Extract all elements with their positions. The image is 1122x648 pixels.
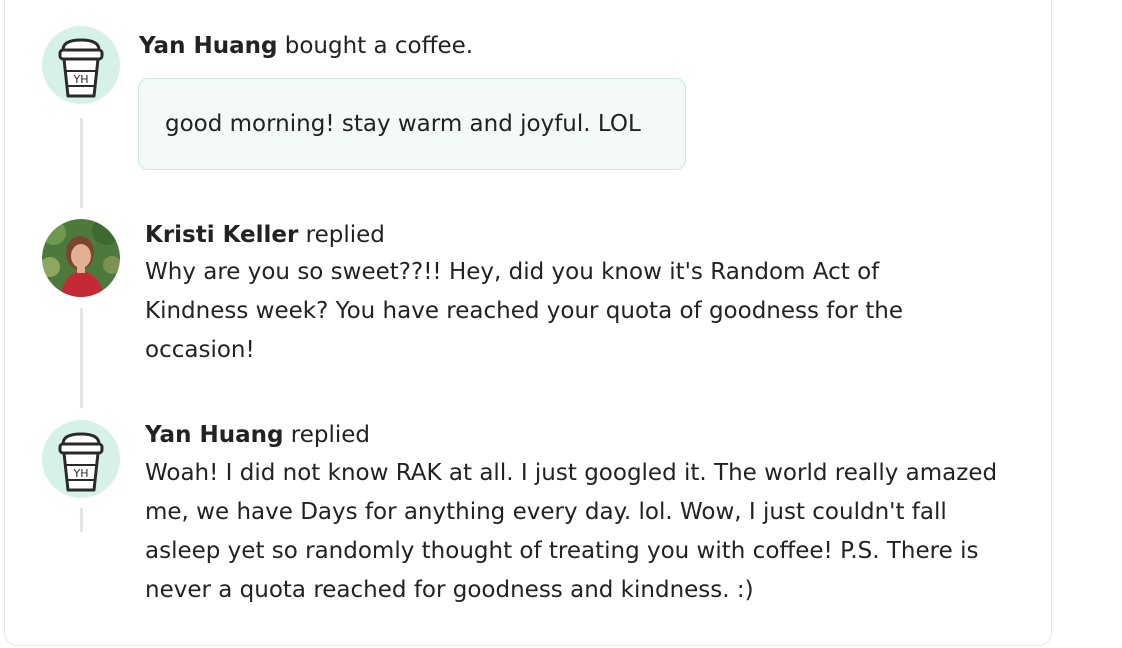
- thread-connector: [80, 508, 83, 532]
- svg-text:YH: YH: [73, 467, 89, 480]
- author-name[interactable]: Yan Huang: [139, 33, 277, 59]
- reply-header: Yan Huang replied: [145, 420, 370, 450]
- reply-text: Why are you so sweet??!! Hey, did you kn…: [145, 259, 903, 363]
- coffee-message-text: good morning! stay warm and joyful. LOL: [165, 111, 641, 137]
- avatar[interactable]: [42, 219, 120, 297]
- reply-action: replied: [283, 422, 370, 448]
- coffee-cup-icon: YH: [42, 26, 120, 104]
- author-name[interactable]: Yan Huang: [145, 422, 283, 448]
- svg-text:YH: YH: [73, 73, 89, 86]
- post-action: bought a coffee.: [277, 33, 474, 59]
- reply-header: Kristi Keller replied: [145, 220, 385, 250]
- author-name[interactable]: Kristi Keller: [145, 222, 298, 248]
- coffee-message: good morning! stay warm and joyful. LOL: [138, 78, 686, 170]
- coffee-cup-icon: YH: [42, 420, 120, 498]
- post-header: Yan Huang bought a coffee.: [139, 31, 473, 61]
- reply-text: Woah! I did not know RAK at all. I just …: [145, 460, 998, 603]
- reply-action: replied: [298, 222, 385, 248]
- thread-connector: [80, 308, 83, 408]
- thread-connector: [80, 118, 83, 208]
